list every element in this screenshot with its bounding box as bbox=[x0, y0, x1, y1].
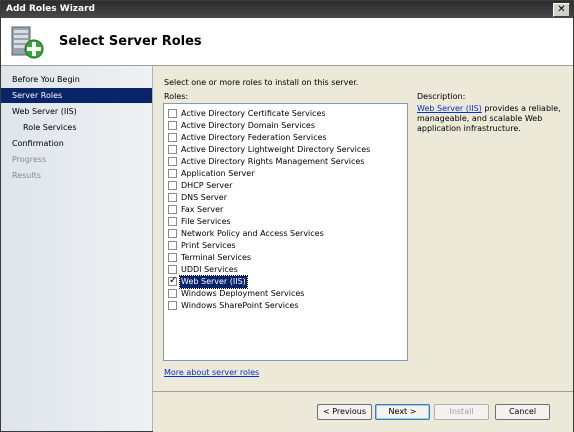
server-add-icon bbox=[11, 26, 44, 59]
role-checkbox[interactable] bbox=[168, 169, 177, 178]
sidebar-item-results: Results bbox=[12, 171, 41, 180]
role-checkbox[interactable] bbox=[168, 145, 177, 154]
close-button[interactable]: ✕ bbox=[553, 3, 570, 17]
role-checkbox[interactable] bbox=[168, 205, 177, 214]
more-about-roles-link[interactable]: More about server roles bbox=[164, 368, 259, 377]
role-label: Print Services bbox=[181, 241, 236, 250]
role-checkbox[interactable] bbox=[168, 109, 177, 118]
role-checkbox[interactable] bbox=[168, 229, 177, 238]
wizard-footer: < Previous Next > Install Cancel bbox=[153, 391, 573, 432]
role-label: Web Server (IIS) bbox=[179, 275, 248, 289]
description-text: Web Server (IIS) provides a reliable, ma… bbox=[417, 104, 567, 134]
role-label: Active Directory Lightweight Directory S… bbox=[181, 145, 371, 154]
install-button: Install bbox=[434, 404, 489, 420]
wizard-header: Select Server Roles bbox=[1, 18, 573, 66]
role-checkbox-checked[interactable]: ✓ bbox=[168, 275, 178, 286]
role-checkbox[interactable] bbox=[168, 301, 177, 310]
instructions-text: Select one or more roles to install on t… bbox=[164, 78, 359, 87]
role-checkbox[interactable] bbox=[168, 253, 177, 262]
description-link[interactable]: Web Server (IIS) bbox=[417, 104, 482, 113]
role-checkbox[interactable] bbox=[168, 265, 177, 274]
sidebar-item-confirmation[interactable]: Confirmation bbox=[1, 136, 152, 151]
role-checkbox[interactable] bbox=[168, 217, 177, 226]
role-label: Active Directory Certificate Services bbox=[181, 109, 326, 118]
role-label: DHCP Server bbox=[181, 181, 233, 190]
close-icon: ✕ bbox=[557, 4, 566, 15]
window-title: Add Roles Wizard bbox=[6, 4, 95, 14]
main-content: Select one or more roles to install on t… bbox=[153, 66, 573, 391]
role-label: Windows Deployment Services bbox=[181, 289, 305, 298]
role-checkbox[interactable] bbox=[168, 121, 177, 130]
role-label: Network Policy and Access Services bbox=[181, 229, 324, 238]
role-label: Active Directory Rights Management Servi… bbox=[181, 157, 365, 166]
sidebar-item-role-services[interactable]: Role Services bbox=[1, 120, 152, 135]
checkmark-icon: ✓ bbox=[169, 275, 178, 286]
role-checkbox[interactable] bbox=[168, 181, 177, 190]
sidebar-item-progress: Progress bbox=[12, 155, 47, 164]
role-label: UDDI Services bbox=[181, 265, 238, 274]
role-label: Application Server bbox=[181, 169, 255, 178]
role-checkbox[interactable] bbox=[168, 193, 177, 202]
role-checkbox[interactable] bbox=[168, 289, 177, 298]
roles-label: Roles: bbox=[164, 92, 189, 101]
role-label: Windows SharePoint Services bbox=[181, 301, 299, 310]
sidebar-item-before-you-begin[interactable]: Before You Begin bbox=[1, 72, 152, 87]
role-label: Terminal Services bbox=[181, 253, 252, 262]
role-label: Active Directory Domain Services bbox=[181, 121, 316, 130]
title-bar: Add Roles Wizard ✕ bbox=[1, 1, 573, 18]
role-label: File Services bbox=[181, 217, 231, 226]
previous-button[interactable]: < Previous bbox=[317, 404, 372, 420]
cancel-button[interactable]: Cancel bbox=[495, 404, 550, 420]
role-checkbox[interactable] bbox=[168, 157, 177, 166]
sidebar-item-web-server[interactable]: Web Server (IIS) bbox=[1, 104, 152, 119]
role-label: Fax Server bbox=[181, 205, 224, 214]
next-button[interactable]: Next > bbox=[375, 404, 430, 420]
sidebar-item-server-roles[interactable]: Server Roles bbox=[1, 88, 152, 103]
roles-list: Active Directory Certificate Services Ac… bbox=[163, 103, 408, 361]
role-checkbox[interactable] bbox=[168, 241, 177, 250]
description-title: Description: bbox=[417, 92, 466, 101]
wizard-window: Add Roles Wizard ✕ Select Server Roles B… bbox=[0, 0, 574, 432]
page-title: Select Server Roles bbox=[59, 34, 202, 49]
role-checkbox[interactable] bbox=[168, 133, 177, 142]
wizard-steps-sidebar: Before You Begin Server Roles Web Server… bbox=[1, 66, 153, 431]
role-label: DNS Server bbox=[181, 193, 227, 202]
role-label: Active Directory Federation Services bbox=[181, 133, 327, 142]
